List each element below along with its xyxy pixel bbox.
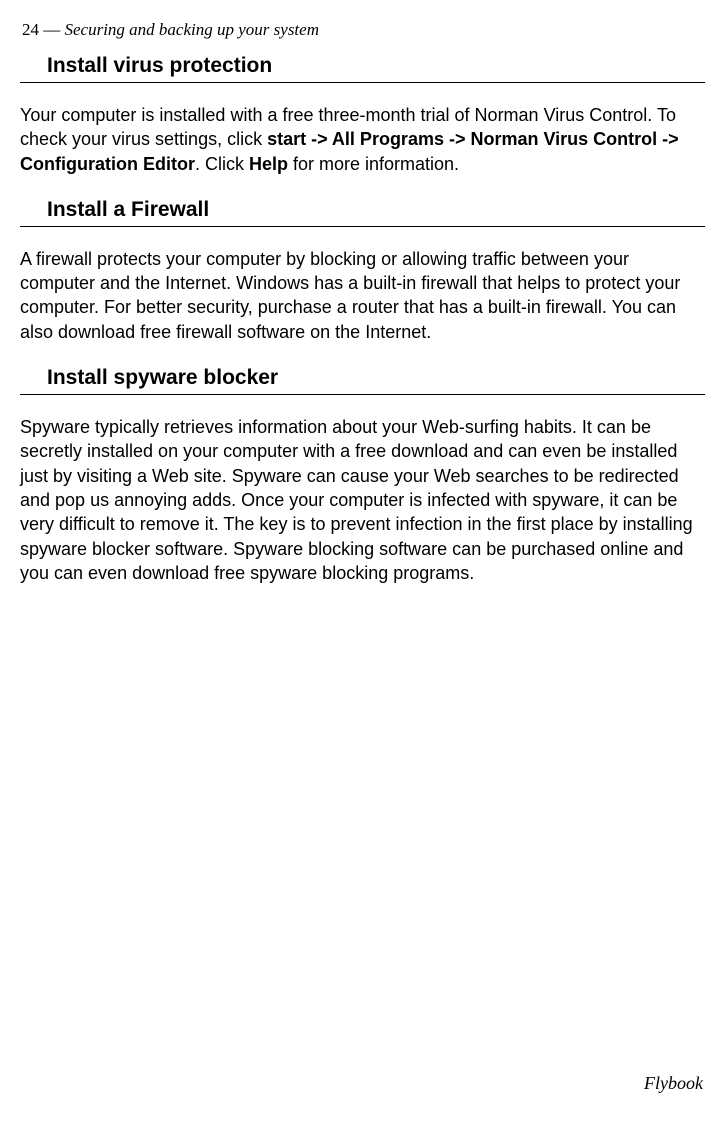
footer-brand: Flybook <box>644 1073 703 1094</box>
page-header: 24 — Securing and backing up your system <box>20 20 705 40</box>
section-heading-firewall: Install a Firewall <box>47 198 705 222</box>
body-text-virus-protection: Your computer is installed with a free t… <box>20 103 705 176</box>
body-text-firewall: A firewall protects your computer by blo… <box>20 247 705 344</box>
section-heading-spyware: Install spyware blocker <box>47 366 705 390</box>
body-fragment-bold: Help <box>249 154 288 174</box>
header-separator: — <box>39 20 65 39</box>
heading-rule <box>20 226 705 227</box>
page-number: 24 <box>22 20 39 39</box>
heading-rule <box>20 82 705 83</box>
chapter-title: Securing and backing up your system <box>65 20 319 39</box>
heading-rule <box>20 394 705 395</box>
body-fragment: . Click <box>195 154 249 174</box>
body-text-spyware: Spyware typically retrieves information … <box>20 415 705 585</box>
body-fragment: for more information. <box>288 154 459 174</box>
section-heading-virus-protection: Install virus protection <box>47 54 705 78</box>
